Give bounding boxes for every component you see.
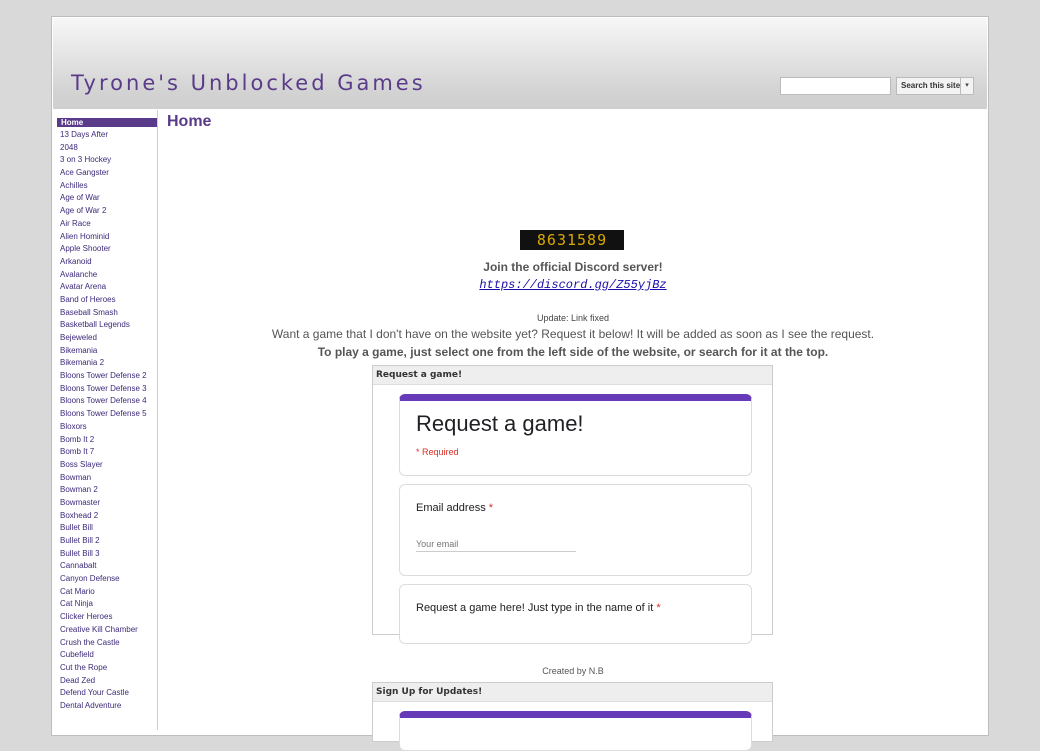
sidebar-item-2048[interactable]: 2048: [53, 142, 157, 155]
chevron-down-icon: ▾: [965, 82, 969, 89]
gadget-title: Request a game!: [373, 366, 772, 385]
discord-heading: Join the official Discord server!: [483, 260, 663, 274]
page-title: Home: [167, 113, 212, 130]
signup-form-card: [399, 711, 752, 751]
sidebar-item-boss-slayer[interactable]: Boss Slayer: [53, 459, 157, 472]
visitor-counter: 8631589: [520, 230, 624, 250]
request-note: Want a game that I don't have on the web…: [271, 327, 875, 341]
gadget-title: Sign Up for Updates!: [373, 683, 772, 702]
sidebar-item-bloons-tower-defense-5[interactable]: Bloons Tower Defense 5: [53, 408, 157, 421]
site-header: Tyrone's Unblocked Games Search this sit…: [53, 18, 987, 109]
sidebar-item-avatar-arena[interactable]: Avatar Arena: [53, 281, 157, 294]
sidebar-item-clicker-heroes[interactable]: Clicker Heroes: [53, 611, 157, 624]
sidebar-item-apple-shooter[interactable]: Apple Shooter: [53, 243, 157, 256]
sidebar-item-bejeweled[interactable]: Bejeweled: [53, 332, 157, 345]
sidebar-item-crush-the-castle[interactable]: Crush the Castle: [53, 637, 157, 650]
sidebar-item-arkanoid[interactable]: Arkanoid: [53, 256, 157, 269]
site-title[interactable]: Tyrone's Unblocked Games: [71, 71, 426, 95]
sidebar-item-bowmaster[interactable]: Bowmaster: [53, 497, 157, 510]
sidebar-item-bloons-tower-defense-4[interactable]: Bloons Tower Defense 4: [53, 395, 157, 408]
sidebar-item-bomb-it-7[interactable]: Bomb It 7: [53, 446, 157, 459]
sidebar-item-defend-your-castle[interactable]: Defend Your Castle: [53, 687, 157, 700]
form-header-card: Request a game! * Required: [399, 394, 752, 476]
discord-link[interactable]: https://discord.gg/Z55yjBz: [158, 278, 988, 292]
sidebar-item-dead-zed[interactable]: Dead Zed: [53, 675, 157, 688]
sidebar-item-age-of-war-2[interactable]: Age of War 2: [53, 205, 157, 218]
search-options-dropdown[interactable]: ▾: [960, 77, 974, 95]
sidebar-item-cubefield[interactable]: Cubefield: [53, 649, 157, 662]
game-request-label: Request a game here! Just type in the na…: [416, 602, 661, 614]
nav-list: Home 13 Days After 2048 3 on 3 Hockey Ace Ga…: [53, 110, 157, 713]
sidebar-item-boxhead-2[interactable]: Boxhead 2: [53, 510, 157, 523]
sidebar-item-bullet-bill-3[interactable]: Bullet Bill 3: [53, 548, 157, 561]
search-input[interactable]: [780, 77, 891, 95]
sidebar-item-alien-hominid[interactable]: Alien Hominid: [53, 231, 157, 244]
sidebar-item-bowman[interactable]: Bowman: [53, 472, 157, 485]
created-by: Created by N.B: [542, 666, 604, 676]
sidebar-item-band-of-heroes[interactable]: Band of Heroes: [53, 294, 157, 307]
game-question-card: Request a game here! Just type in the na…: [399, 584, 752, 644]
form-title: Request a game!: [416, 411, 584, 436]
search-button[interactable]: Search this site: [896, 77, 966, 95]
required-note: * Required: [416, 447, 459, 457]
sidebar-item-achilles[interactable]: Achilles: [53, 180, 157, 193]
sidebar-item-cannabalt[interactable]: Cannabalt: [53, 560, 157, 573]
page-container: Tyrone's Unblocked Games Search this sit…: [51, 16, 989, 751]
sidebar-item-bowman-2[interactable]: Bowman 2: [53, 484, 157, 497]
sidebar-item-bikemania[interactable]: Bikemania: [53, 345, 157, 358]
sidebar-item-baseball-smash[interactable]: Baseball Smash: [53, 307, 157, 320]
sidebar-item-age-of-war[interactable]: Age of War: [53, 192, 157, 205]
required-star: *: [488, 502, 494, 514]
sidebar-item-avalanche[interactable]: Avalanche: [53, 269, 157, 282]
sidebar-item-bullet-bill-2[interactable]: Bullet Bill 2: [53, 535, 157, 548]
sidebar-item-creative-kill-chamber[interactable]: Creative Kill Chamber: [53, 624, 157, 637]
sidebar-item-bloons-tower-defense-2[interactable]: Bloons Tower Defense 2: [53, 370, 157, 383]
sidebar-item-home[interactable]: Home: [57, 118, 157, 127]
sidebar-item-basketball-legends[interactable]: Basketball Legends: [53, 319, 157, 332]
sidebar-item-cut-the-rope[interactable]: Cut the Rope: [53, 662, 157, 675]
signup-gadget: Sign Up for Updates!: [372, 682, 773, 751]
sidebar-item-air-race[interactable]: Air Race: [53, 218, 157, 231]
sidebar-item-13-days-after[interactable]: 13 Days After: [53, 129, 157, 142]
sidebar-item-bloons-tower-defense-3[interactable]: Bloons Tower Defense 3: [53, 383, 157, 396]
email-label: Email address *: [416, 502, 494, 514]
email-field[interactable]: [416, 537, 576, 552]
required-star: *: [656, 602, 661, 614]
sidebar-item-ace-gangster[interactable]: Ace Gangster: [53, 167, 157, 180]
sidebar-nav: Home 13 Days After 2048 3 on 3 Hockey Ace Ga…: [53, 110, 158, 730]
request-game-gadget: Request a game! Request a game! * Requir…: [372, 365, 773, 644]
update-note: Update: Link fixed: [536, 313, 610, 323]
sidebar-item-bullet-bill[interactable]: Bullet Bill: [53, 522, 157, 535]
sidebar-item-cat-mario[interactable]: Cat Mario: [53, 586, 157, 599]
email-question-card: Email address *: [399, 484, 752, 576]
sidebar-item-dental-adventure[interactable]: Dental Adventure: [53, 700, 157, 713]
sidebar-item-canyon-defense[interactable]: Canyon Defense: [53, 573, 157, 586]
sidebar-item-bikemania-2[interactable]: Bikemania 2: [53, 357, 157, 370]
sidebar-item-cat-ninja[interactable]: Cat Ninja: [53, 598, 157, 611]
sidebar-item-bomb-it-2[interactable]: Bomb It 2: [53, 434, 157, 447]
sidebar-item-bloxors[interactable]: Bloxors: [53, 421, 157, 434]
play-instructions: To play a game, just select one from the…: [317, 345, 829, 359]
sidebar-item-3-on-3-hockey[interactable]: 3 on 3 Hockey: [53, 154, 157, 167]
